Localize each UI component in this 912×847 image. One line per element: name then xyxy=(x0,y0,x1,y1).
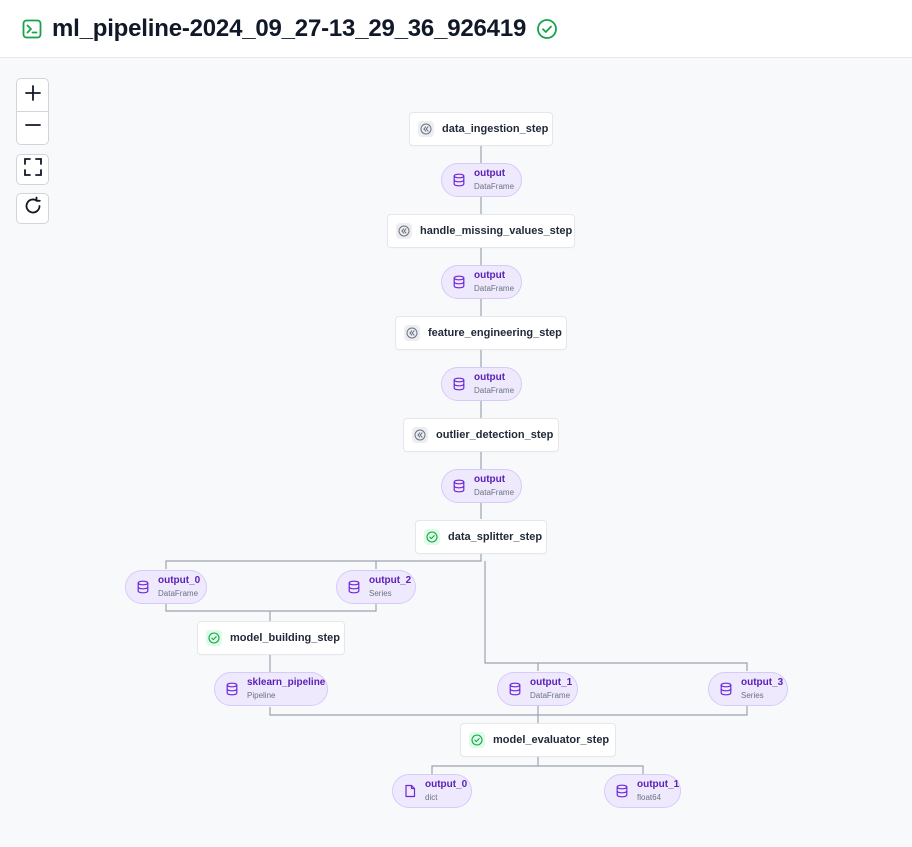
artifact-node-feature-output[interactable]: output DataFrame xyxy=(441,367,522,401)
database-icon xyxy=(452,377,466,391)
artifact-name: output_1 xyxy=(637,779,680,790)
zoom-out-button[interactable] xyxy=(17,111,48,143)
fit-view-button[interactable] xyxy=(16,154,49,185)
database-icon xyxy=(615,784,629,798)
database-icon xyxy=(452,173,466,187)
artifact-name: output_1 xyxy=(530,677,573,688)
refresh-icon xyxy=(23,196,43,221)
cached-icon xyxy=(412,427,428,443)
artifact-type: DataFrame xyxy=(158,589,199,598)
artifact-node-missing-output[interactable]: output DataFrame xyxy=(441,265,522,299)
step-node-handle-missing-values[interactable]: handle_missing_values_step xyxy=(387,214,575,248)
step-label: feature_engineering_step xyxy=(428,327,562,339)
artifact-type: float64 xyxy=(637,793,662,802)
check-circle-icon xyxy=(424,529,440,545)
step-node-data-splitter[interactable]: data_splitter_step xyxy=(415,520,547,554)
step-label: model_building_step xyxy=(230,632,341,644)
step-node-model-evaluator[interactable]: model_evaluator_step xyxy=(460,723,616,757)
artifact-type: Series xyxy=(741,691,764,700)
database-icon xyxy=(452,479,466,493)
cached-icon xyxy=(418,121,434,137)
zoom-in-icon xyxy=(24,84,42,107)
step-node-outlier-detection[interactable]: outlier_detection_step xyxy=(403,418,559,452)
database-icon xyxy=(347,580,361,594)
artifact-name: output xyxy=(474,474,506,485)
terminal-icon xyxy=(22,19,42,39)
step-node-data-ingestion[interactable]: data_ingestion_step xyxy=(409,112,553,146)
artifact-node-eval-output-0[interactable]: output_0dict xyxy=(392,774,472,808)
artifact-node-split-output-3[interactable]: output_3 Series xyxy=(708,672,788,706)
database-icon xyxy=(508,682,522,696)
cached-icon xyxy=(404,325,420,341)
artifact-type: DataFrame xyxy=(474,386,515,395)
artifact-node-ingestion-output[interactable]: output DataFrame xyxy=(441,163,522,197)
step-label: data_ingestion_step xyxy=(442,123,549,135)
artifact-type: DataFrame xyxy=(474,182,515,191)
artifact-name: output_0 xyxy=(425,779,468,790)
artifact-type: Series xyxy=(369,589,392,598)
database-icon xyxy=(452,275,466,289)
check-circle-icon xyxy=(469,732,485,748)
artifact-node-outlier-output[interactable]: output DataFrame xyxy=(441,469,522,503)
artifact-name: output xyxy=(474,168,506,179)
step-node-model-building[interactable]: model_building_step xyxy=(197,621,345,655)
artifact-name: sklearn_pipeline xyxy=(247,677,326,688)
step-label: handle_missing_values_step xyxy=(420,225,573,237)
database-icon xyxy=(225,682,239,696)
zoom-in-button[interactable] xyxy=(17,79,48,111)
artifact-type: dict xyxy=(425,793,438,802)
file-icon xyxy=(403,784,417,798)
artifact-node-split-output-2[interactable]: output_2 Series xyxy=(336,570,416,604)
artifact-node-split-output-0[interactable]: output_0 DataFrame xyxy=(125,570,207,604)
page-header: ml_pipeline-2024_09_27-13_29_36_926419 xyxy=(0,0,912,58)
step-label: model_evaluator_step xyxy=(493,734,610,746)
artifact-type: DataFrame xyxy=(530,691,571,700)
artifact-type: Pipeline xyxy=(247,691,276,700)
artifact-name: output xyxy=(474,372,506,383)
page-title: ml_pipeline-2024_09_27-13_29_36_926419 xyxy=(52,14,527,42)
artifact-name: output_0 xyxy=(158,575,201,586)
check-circle-icon xyxy=(206,630,222,646)
database-icon xyxy=(719,682,733,696)
database-icon xyxy=(136,580,150,594)
zoom-controls xyxy=(16,78,49,145)
artifact-node-split-output-1[interactable]: output_1 DataFrame xyxy=(497,672,578,706)
artifact-type: DataFrame xyxy=(474,284,515,293)
step-label: outlier_detection_step xyxy=(436,429,554,441)
step-node-feature-engineering[interactable]: feature_engineering_step xyxy=(395,316,567,350)
artifact-node-eval-output-1[interactable]: output_1 float64 xyxy=(604,774,681,808)
zoom-out-icon xyxy=(24,116,42,139)
refresh-button[interactable] xyxy=(16,193,49,224)
artifact-node-sklearn-pipeline[interactable]: sklearn_pipeline Pipeline xyxy=(214,672,328,706)
check-circle-icon xyxy=(536,18,558,40)
step-label: data_splitter_step xyxy=(448,531,543,543)
fit-view-icon xyxy=(23,157,43,182)
artifact-type: DataFrame xyxy=(474,488,515,497)
artifact-name: output_3 xyxy=(741,677,784,688)
artifact-name: output xyxy=(474,270,506,281)
cached-icon xyxy=(396,223,412,239)
artifact-name: output_2 xyxy=(369,575,412,586)
